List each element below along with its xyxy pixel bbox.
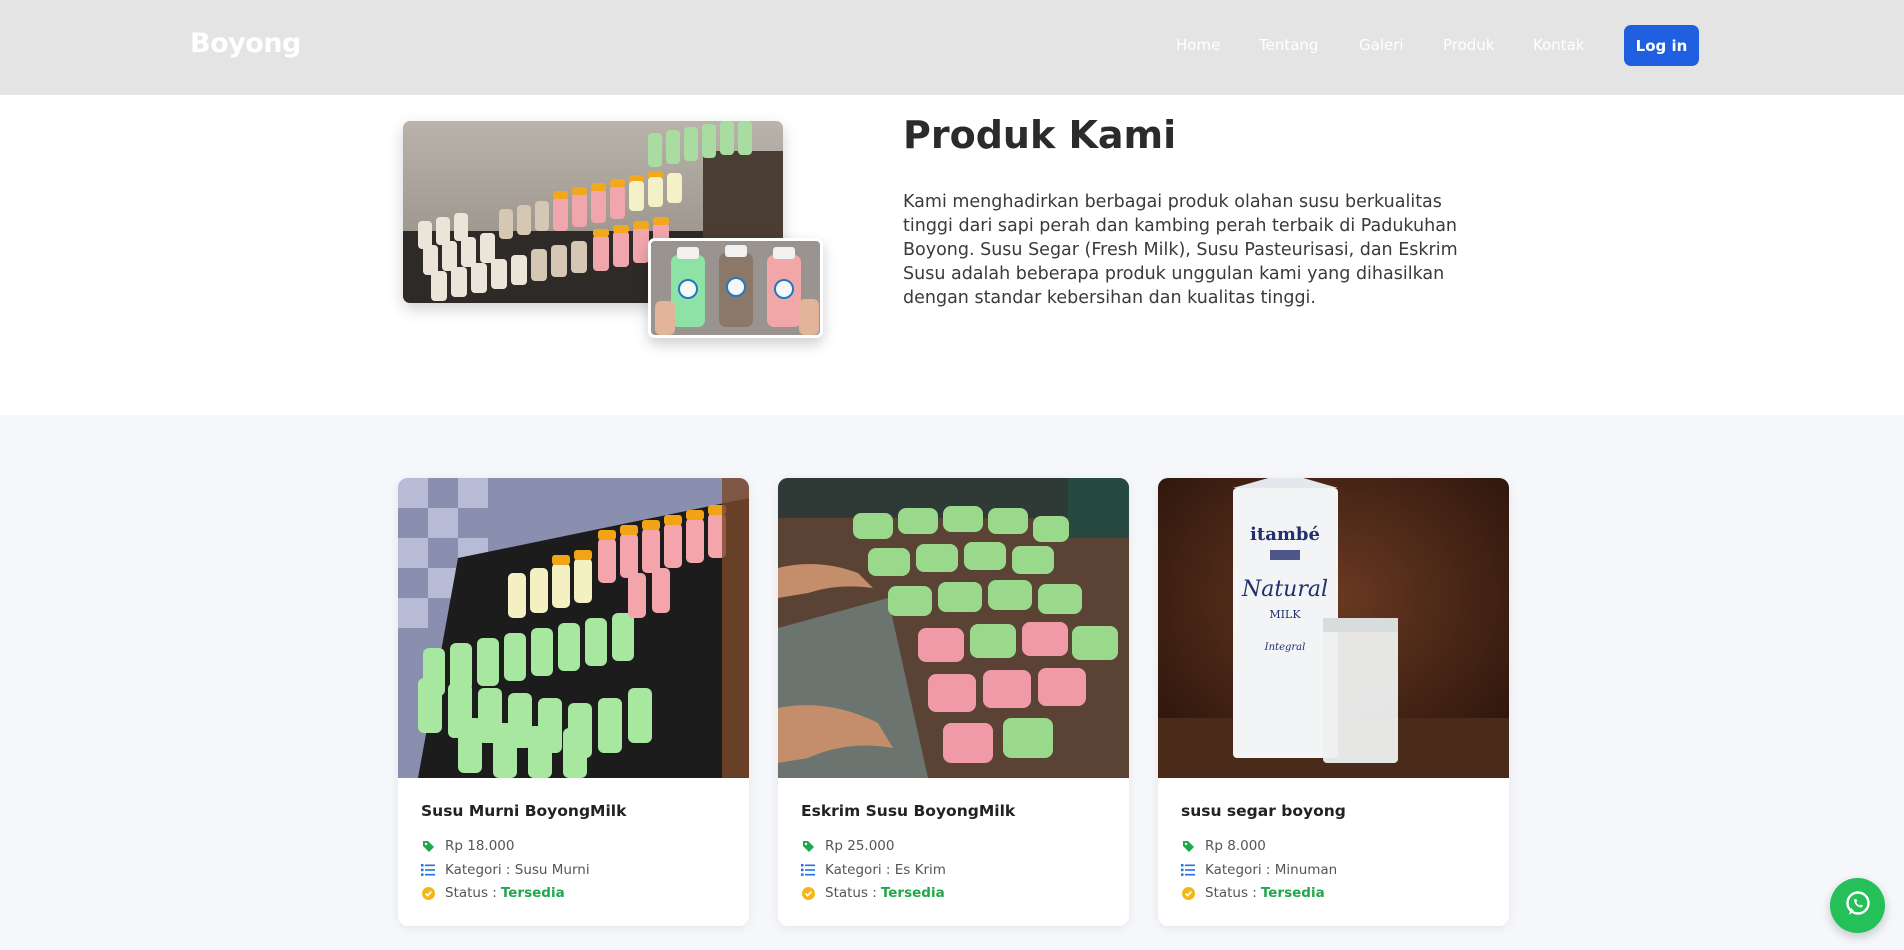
product-price-row: Rp 8.000	[1181, 838, 1266, 854]
list-icon	[1181, 863, 1195, 877]
product-image: itambé Natural MILK Integral	[1158, 478, 1509, 778]
nav-link-galeri[interactable]: Galeri	[1359, 36, 1404, 54]
products-section: Susu Murni BoyongMilk Rp 18.000 Kategori…	[0, 415, 1904, 950]
product-title[interactable]: susu segar boyong	[1181, 802, 1346, 820]
product-title[interactable]: Eskrim Susu BoyongMilk	[801, 802, 1015, 820]
product-status-row: Status : Tersedia	[801, 885, 945, 901]
product-image	[398, 478, 749, 778]
product-status-label: Status :	[1205, 885, 1257, 901]
product-status-row: Status : Tersedia	[1181, 885, 1325, 901]
check-circle-icon	[801, 886, 815, 900]
product-image	[778, 478, 1129, 778]
product-card[interactable]: Susu Murni BoyongMilk Rp 18.000 Kategori…	[398, 478, 749, 926]
list-icon	[421, 863, 435, 877]
product-card[interactable]: Eskrim Susu BoyongMilk Rp 25.000 Kategor…	[778, 478, 1129, 926]
whatsapp-floating-button[interactable]	[1830, 878, 1885, 933]
intro-description: Kami menghadirkan berbagai produk olahan…	[903, 192, 1458, 308]
nav-link-home[interactable]: Home	[1176, 36, 1220, 54]
navbar: Boyong Home Tentang Galeri Produk Kontak…	[0, 0, 1904, 95]
product-category: Kategori : Es Krim	[825, 862, 946, 878]
product-status-row: Status : Tersedia	[421, 885, 565, 901]
product-card[interactable]: itambé Natural MILK Integral susu segar …	[1158, 478, 1509, 926]
nav-link-kontak[interactable]: Kontak	[1533, 36, 1585, 54]
product-category: Kategori : Minuman	[1205, 862, 1338, 878]
tag-icon	[421, 839, 435, 853]
whatsapp-icon	[1843, 889, 1873, 923]
nav-link-produk[interactable]: Produk	[1443, 36, 1495, 54]
tag-icon	[801, 839, 815, 853]
product-price: Rp 25.000	[825, 838, 895, 854]
product-category-row: Kategori : Minuman	[1181, 862, 1337, 878]
product-status-label: Status :	[445, 885, 497, 901]
check-circle-icon	[421, 886, 435, 900]
svg-text:itambé: itambé	[1250, 524, 1320, 545]
svg-text:Natural: Natural	[1241, 577, 1328, 602]
product-price-row: Rp 18.000	[421, 838, 514, 854]
product-category-row: Kategori : Es Krim	[801, 862, 946, 878]
intro-title: Produk Kami	[903, 113, 1177, 157]
intro-bottles-photo	[648, 238, 823, 338]
nav-link-tentang[interactable]: Tentang	[1259, 36, 1318, 54]
product-status-value: Tersedia	[880, 885, 945, 901]
svg-text:MILK: MILK	[1269, 608, 1301, 621]
product-category: Kategori : Susu Murni	[445, 862, 590, 878]
product-status-value: Tersedia	[1260, 885, 1325, 901]
product-price: Rp 18.000	[445, 838, 515, 854]
svg-text:Integral: Integral	[1264, 642, 1306, 653]
product-title[interactable]: Susu Murni BoyongMilk	[421, 802, 626, 820]
product-price: Rp 8.000	[1205, 838, 1266, 854]
product-status-value: Tersedia	[500, 885, 565, 901]
product-category-row: Kategori : Susu Murni	[421, 862, 590, 878]
intro-section: Produk Kami Kami menghadirkan berbagai p…	[0, 95, 1904, 415]
product-status-label: Status :	[825, 885, 877, 901]
tag-icon	[1181, 839, 1195, 853]
brand-logo[interactable]: Boyong	[190, 28, 301, 59]
check-circle-icon	[1181, 886, 1195, 900]
product-price-row: Rp 25.000	[801, 838, 894, 854]
list-icon	[801, 863, 815, 877]
login-button[interactable]: Log in	[1624, 25, 1699, 66]
